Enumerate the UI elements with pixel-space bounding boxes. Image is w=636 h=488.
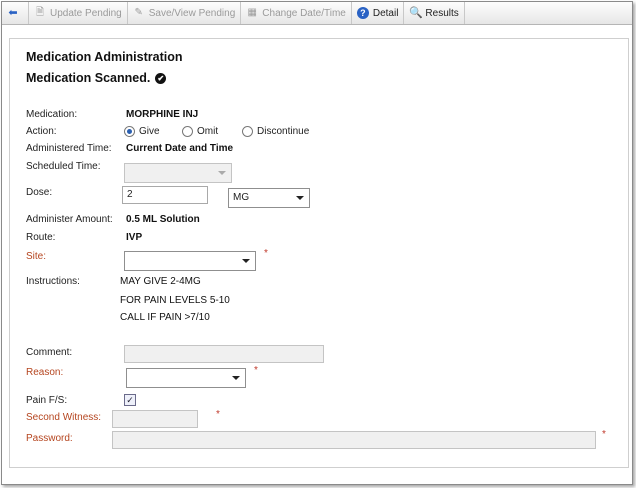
action-option-discontinue: Discontinue bbox=[257, 126, 310, 137]
administered-time-value: Current Date and Time bbox=[126, 143, 234, 154]
password-label: Password: bbox=[26, 433, 73, 444]
change-date-time-button[interactable]: ▦ Change Date/Time bbox=[241, 2, 352, 24]
update-pending-button[interactable]: 🗎 Update Pending bbox=[29, 2, 128, 24]
scan-status: Medication Scanned. ✔ bbox=[26, 71, 167, 85]
dose-value: 2 bbox=[127, 189, 133, 200]
instruction-line: FOR PAIN LEVELS 5-10 bbox=[120, 295, 230, 306]
instruction-line: MAY GIVE 2-4MG bbox=[120, 276, 201, 287]
reason-label: Reason: bbox=[26, 367, 64, 378]
checkmark-icon: ✓ bbox=[126, 395, 134, 405]
instruction-line: CALL IF PAIN >7/10 bbox=[120, 312, 210, 323]
back-arrow-icon: ⬅ bbox=[8, 7, 18, 19]
page-title: Medication Administration bbox=[26, 50, 183, 64]
administer-amount-label: Administer Amount: bbox=[26, 214, 113, 225]
calendar-icon: ▦ bbox=[247, 7, 257, 18]
change-date-time-label: Change Date/Time bbox=[262, 7, 346, 19]
radio-selected-icon bbox=[124, 126, 135, 137]
dose-label: Dose: bbox=[26, 187, 53, 198]
check-circle-icon: ✔ bbox=[155, 73, 167, 84]
radio-unselected-icon bbox=[182, 126, 193, 137]
reason-select[interactable] bbox=[126, 368, 246, 388]
results-label: Results bbox=[425, 7, 459, 19]
magnifier-icon: 🔍 bbox=[409, 7, 424, 19]
scheduled-time-label: Scheduled Time: bbox=[26, 161, 101, 172]
chevron-down-icon bbox=[218, 171, 226, 175]
window-frame: ⬅ 🗎 Update Pending ✎ Save/View Pending ▦… bbox=[1, 1, 633, 485]
medication-administration-panel: Medication Administration Medication Sca… bbox=[9, 38, 629, 468]
action-radio-discontinue[interactable]: Discontinue bbox=[242, 126, 309, 137]
action-radio-omit[interactable]: Omit bbox=[182, 126, 218, 137]
administered-time-label: Administered Time: bbox=[26, 143, 112, 154]
required-marker: * bbox=[264, 248, 268, 259]
dose-unit-value: MG bbox=[233, 192, 250, 203]
site-select[interactable] bbox=[124, 251, 256, 271]
instructions-label: Instructions: bbox=[26, 276, 80, 287]
password-input[interactable] bbox=[112, 431, 596, 449]
results-button[interactable]: 🔍 Results bbox=[404, 2, 465, 24]
chevron-down-icon bbox=[242, 259, 250, 263]
save-view-pending-label: Save/View Pending bbox=[148, 7, 236, 19]
medication-value: MORPHINE INJ bbox=[126, 109, 199, 120]
pain-fs-checkbox[interactable]: ✓ bbox=[124, 394, 136, 406]
route-value: IVP bbox=[126, 232, 143, 243]
site-label: Site: bbox=[26, 251, 47, 262]
route-label: Route: bbox=[26, 232, 56, 243]
action-option-give: Give bbox=[139, 126, 160, 137]
required-marker: * bbox=[602, 429, 606, 440]
scheduled-time-select[interactable] bbox=[124, 163, 232, 183]
save-view-pending-button[interactable]: ✎ Save/View Pending bbox=[128, 2, 242, 24]
required-marker: * bbox=[254, 365, 258, 376]
update-pending-label: Update Pending bbox=[50, 7, 122, 19]
pain-fs-label: Pain F/S: bbox=[26, 395, 68, 406]
toolbar: ⬅ 🗎 Update Pending ✎ Save/View Pending ▦… bbox=[2, 2, 632, 25]
action-radio-give[interactable]: Give bbox=[124, 126, 160, 137]
help-icon: ? bbox=[356, 7, 369, 19]
update-icon: 🗎 bbox=[35, 7, 45, 18]
save-icon: ✎ bbox=[134, 7, 143, 18]
action-label: Action: bbox=[26, 126, 57, 137]
dose-input[interactable]: 2 bbox=[122, 186, 208, 204]
dose-unit-select[interactable]: MG bbox=[228, 188, 310, 208]
action-option-omit: Omit bbox=[197, 126, 219, 137]
detail-button[interactable]: ? Detail bbox=[352, 2, 405, 24]
comment-input[interactable] bbox=[124, 345, 324, 363]
comment-label: Comment: bbox=[26, 347, 73, 358]
required-marker: * bbox=[216, 409, 220, 420]
administer-amount-value: 0.5 ML Solution bbox=[126, 214, 200, 225]
scan-status-text: Medication Scanned. bbox=[26, 71, 151, 85]
medication-label: Medication: bbox=[26, 109, 78, 120]
radio-unselected-icon bbox=[242, 126, 253, 137]
back-button[interactable]: ⬅ bbox=[2, 2, 29, 24]
second-witness-label: Second Witness: bbox=[26, 412, 102, 423]
second-witness-input[interactable] bbox=[112, 410, 198, 428]
chevron-down-icon bbox=[296, 196, 304, 200]
chevron-down-icon bbox=[232, 376, 240, 380]
detail-label: Detail bbox=[372, 7, 399, 19]
